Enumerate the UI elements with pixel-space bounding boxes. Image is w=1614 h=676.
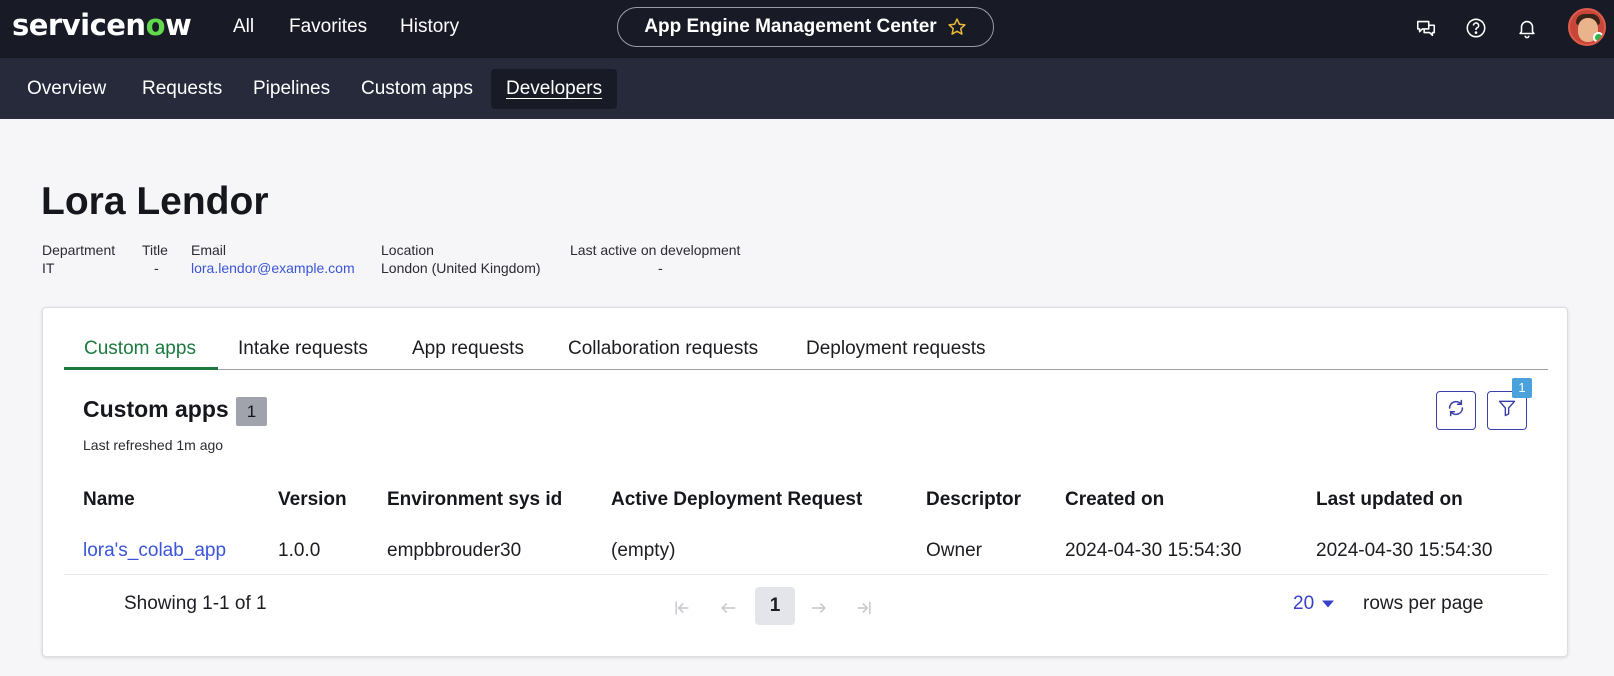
email-label: Email [191, 242, 227, 258]
nav-history[interactable]: History [400, 16, 459, 38]
row-divider [64, 574, 1548, 575]
location-label: Location [381, 242, 434, 258]
column-header-version[interactable]: Version [278, 489, 347, 511]
chat-icon[interactable] [1413, 15, 1439, 41]
servicenow-logo[interactable]: servicenow [12, 8, 192, 42]
column-header-environment-sys-id[interactable]: Environment sys id [387, 489, 562, 511]
department-field: Department IT [42, 241, 115, 277]
nav-all[interactable]: All [233, 16, 254, 38]
column-header-active-deployment-request[interactable]: Active Deployment Request [611, 489, 862, 511]
column-header-name[interactable]: Name [83, 489, 135, 511]
nav-favorites[interactable]: Favorites [289, 16, 367, 38]
user-avatar[interactable] [1568, 8, 1606, 46]
column-header-created-on[interactable]: Created on [1065, 489, 1164, 511]
tab-pipelines[interactable]: Pipelines [253, 69, 330, 109]
cell-active-deployment-request: (empty) [611, 540, 676, 561]
rows-per-page-select[interactable]: 20 [1293, 593, 1335, 615]
prev-page-icon[interactable] [717, 597, 739, 619]
location-field: Location London (United Kingdom) [381, 241, 541, 277]
tab-deployment-requests[interactable]: Deployment requests [806, 338, 986, 360]
app-context-pill[interactable]: App Engine Management Center [617, 7, 994, 47]
last-refreshed-text: Last refreshed 1m ago [83, 437, 224, 453]
email-field: Email lora.lendor@example.com [191, 241, 355, 277]
rows-per-page-label: rows per page [1363, 593, 1484, 614]
tab-requests[interactable]: Requests [142, 69, 222, 109]
department-value: IT [42, 260, 55, 276]
secondary-navigation-bar [0, 58, 1614, 119]
cell-created-on: 2024-04-30 15:54:30 [1065, 540, 1242, 561]
title-field: Title - [142, 241, 168, 277]
tab-custom-apps[interactable]: Custom apps [361, 69, 473, 109]
help-icon[interactable] [1463, 15, 1489, 41]
filter-count-badge: 1 [1512, 378, 1532, 398]
pagination-summary: Showing 1-1 of 1 [124, 593, 267, 614]
section-title: Custom apps [83, 396, 229, 422]
star-icon[interactable] [947, 17, 967, 37]
rows-per-page-value: 20 [1293, 593, 1315, 614]
next-page-icon[interactable] [808, 597, 830, 619]
tab-app-requests[interactable]: App requests [412, 338, 524, 360]
active-tab-indicator [64, 367, 218, 370]
tab-custom-apps-list[interactable]: Custom apps [84, 338, 196, 360]
location-value: London (United Kingdom) [381, 260, 541, 276]
tab-collaboration-requests[interactable]: Collaboration requests [568, 338, 758, 360]
last-active-field: Last active on development - [570, 241, 740, 277]
title-value: - [154, 260, 159, 276]
cell-last-updated-on: 2024-04-30 15:54:30 [1316, 540, 1493, 561]
last-active-label: Last active on development [570, 242, 741, 258]
email-link[interactable]: lora.lendor@example.com [191, 259, 355, 277]
bell-icon[interactable] [1514, 15, 1540, 41]
tab-overview[interactable]: Overview [27, 69, 106, 109]
online-status-dot [1593, 32, 1604, 43]
cell-version: 1.0.0 [278, 540, 321, 561]
current-page-button[interactable]: 1 [755, 587, 795, 625]
context-title: App Engine Management Center [644, 16, 937, 37]
app-name-link[interactable]: lora's_colab_app [83, 540, 226, 562]
count-badge: 1 [236, 397, 267, 426]
filter-icon [1497, 398, 1517, 423]
caret-down-icon [1321, 593, 1335, 615]
department-label: Department [42, 242, 116, 258]
title-label: Title [142, 242, 168, 258]
cell-environment-sys-id: empbbrouder30 [387, 540, 522, 561]
tab-intake-requests[interactable]: Intake requests [238, 338, 368, 360]
tab-developers[interactable]: Developers [491, 69, 618, 109]
cell-descriptor: Owner [926, 540, 982, 561]
last-active-value: - [658, 260, 663, 276]
refresh-icon [1445, 397, 1467, 424]
last-page-icon[interactable] [853, 597, 875, 619]
column-header-descriptor[interactable]: Descriptor [926, 489, 1021, 511]
page-title: Lora Lendor [41, 180, 269, 223]
refresh-button[interactable] [1436, 391, 1476, 430]
first-page-icon[interactable] [671, 597, 693, 619]
tabs-divider [64, 369, 1548, 370]
column-header-last-updated-on[interactable]: Last updated on [1316, 489, 1463, 511]
